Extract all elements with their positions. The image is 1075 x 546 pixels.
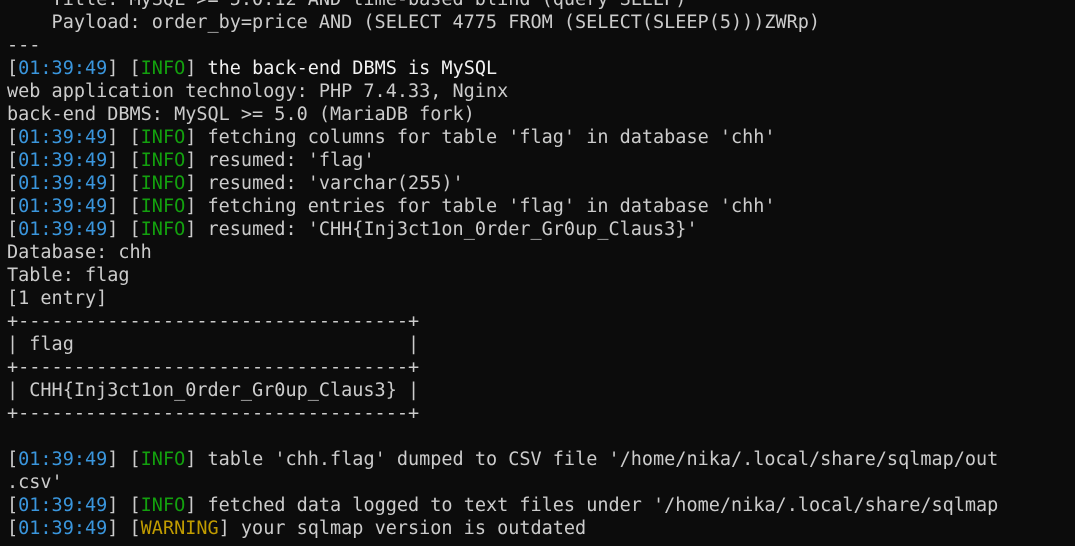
log-line: [01:39:49] [INFO] resumed: 'CHH{Inj3ct1o… xyxy=(7,219,698,240)
log-timestamp: 01:39:49 xyxy=(18,518,108,539)
log-line: [01:39:49] [INFO] fetching columns for t… xyxy=(7,127,776,148)
log-level: INFO xyxy=(140,449,186,470)
output-line: Title: MySQL >= 5.0.12 AND time-based bl… xyxy=(7,0,1075,11)
log-timestamp: 01:39:49 xyxy=(18,196,108,217)
log-line: [01:39:49] [INFO] table 'chh.flag' dumpe… xyxy=(7,449,999,470)
output-line: Table: flag xyxy=(7,265,130,286)
log-line: [01:39:49] [INFO] the back-end DBMS is M… xyxy=(7,58,498,79)
log-level: INFO xyxy=(140,127,186,148)
log-line: [01:39:49] [INFO] resumed: 'varchar(255)… xyxy=(7,173,464,194)
log-level: INFO xyxy=(140,173,186,194)
terminal-output[interactable]: Title: MySQL >= 5.0.12 AND time-based bl… xyxy=(7,0,1075,540)
output-line: | CHH{Inj3ct1on_0rder_Gr0up_Claus3} | xyxy=(7,380,420,401)
output-line: +-----------------------------------+ xyxy=(7,403,420,424)
log-message: resumed: 'varchar(255)' xyxy=(207,173,464,194)
log-message: the back-end DBMS is MySQL xyxy=(207,58,498,79)
output-line: Database: chh xyxy=(7,242,152,263)
log-message: table 'chh.flag' dumped to CSV file '/ho… xyxy=(207,449,999,470)
output-line: +-----------------------------------+ xyxy=(7,357,420,378)
log-line: [01:39:49] [INFO] fetching entries for t… xyxy=(7,196,776,217)
log-message: resumed: 'flag' xyxy=(207,150,375,171)
log-timestamp: 01:39:49 xyxy=(18,58,108,79)
log-timestamp: 01:39:49 xyxy=(18,219,108,240)
log-message: fetched data logged to text files under … xyxy=(207,495,999,516)
log-line: [01:39:49] [WARNING] your sqlmap version… xyxy=(7,518,587,539)
log-message: resumed: 'CHH{Inj3ct1on_0rder_Gr0up_Clau… xyxy=(207,219,698,240)
log-level: INFO xyxy=(140,196,186,217)
log-timestamp: 01:39:49 xyxy=(18,150,108,171)
log-message: fetching columns for table 'flag' in dat… xyxy=(207,127,776,148)
log-timestamp: 01:39:49 xyxy=(18,173,108,194)
log-level: INFO xyxy=(140,219,186,240)
output-line: web application technology: PHP 7.4.33, … xyxy=(7,81,509,102)
log-level: WARNING xyxy=(140,518,219,539)
log-level: INFO xyxy=(140,58,186,79)
log-message: your sqlmap version is outdated xyxy=(240,518,587,539)
output-line: [1 entry] xyxy=(7,288,108,309)
log-timestamp: 01:39:49 xyxy=(18,449,108,470)
log-level: INFO xyxy=(140,150,186,171)
log-line: [01:39:49] [INFO] fetched data logged to… xyxy=(7,495,999,516)
output-line: | flag | xyxy=(7,334,420,355)
log-level: INFO xyxy=(140,495,186,516)
output-line: --- xyxy=(7,35,41,56)
output-line: +-----------------------------------+ xyxy=(7,311,420,332)
log-message: fetching entries for table 'flag' in dat… xyxy=(207,196,776,217)
output-line: Payload: order_by=price AND (SELECT 4775… xyxy=(7,12,821,33)
log-line: [01:39:49] [INFO] resumed: 'flag' xyxy=(7,150,375,171)
output-line: .csv' xyxy=(7,472,63,493)
output-line: back-end DBMS: MySQL >= 5.0 (MariaDB for… xyxy=(7,104,475,125)
log-timestamp: 01:39:49 xyxy=(18,127,108,148)
log-timestamp: 01:39:49 xyxy=(18,495,108,516)
